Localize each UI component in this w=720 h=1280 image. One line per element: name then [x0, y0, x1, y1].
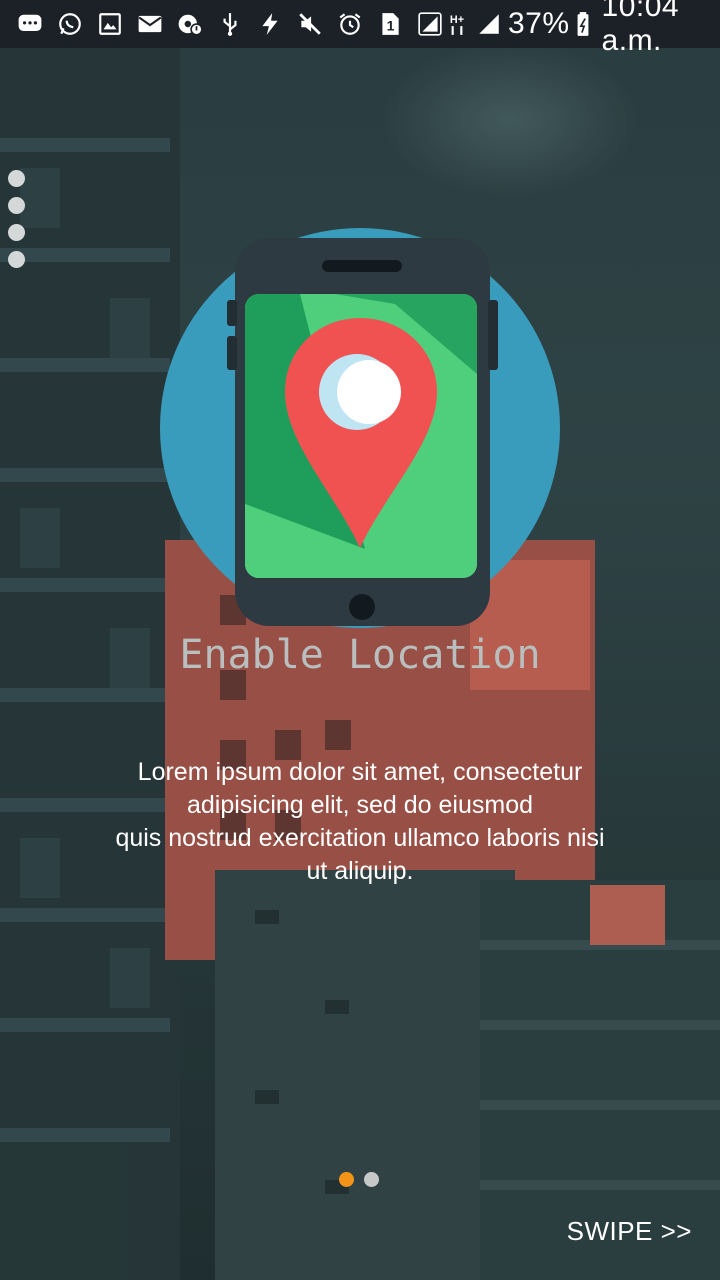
- menu-dot: [8, 170, 25, 187]
- description-line: ut aliquip.: [306, 857, 414, 885]
- phone-side-button: [227, 300, 237, 326]
- menu-dot: [8, 224, 25, 241]
- battery-percent: 37%: [508, 7, 570, 40]
- menu-dot: [8, 197, 25, 214]
- phone-home-button: [349, 594, 375, 620]
- swipe-button[interactable]: SWIPE >>: [567, 1216, 692, 1247]
- description: Lorem ipsum dolor sit amet, consectetur …: [70, 756, 650, 888]
- alarm-icon: [336, 10, 364, 38]
- signal-icon: [416, 10, 444, 38]
- overflow-menu-icon[interactable]: [8, 170, 26, 270]
- menu-dot: [8, 251, 25, 268]
- phone-side-button: [488, 300, 498, 370]
- gallery-icon: [96, 10, 124, 38]
- battery-icon: [576, 10, 590, 38]
- sim-icon: 1: [376, 10, 404, 38]
- description-line: quis nostrud exercitation ullamco labori…: [115, 824, 605, 852]
- page-dot-active[interactable]: [339, 1172, 354, 1187]
- network-type-icon: H+: [444, 10, 470, 38]
- svg-text:H+: H+: [450, 14, 464, 26]
- page-indicator: [339, 1172, 379, 1187]
- usb-icon: [216, 10, 244, 38]
- message-icon: [16, 10, 44, 38]
- phone-icon: [227, 238, 498, 626]
- email-icon: [136, 10, 164, 38]
- status-bar: 1 H+ 37% 10:04 a.m.: [0, 0, 720, 57]
- whatsapp-icon: [56, 10, 84, 38]
- page-title: Enable Location: [179, 632, 541, 678]
- settings-alert-icon: [176, 10, 204, 38]
- page-dot[interactable]: [364, 1172, 379, 1187]
- phone-side-button: [227, 336, 237, 370]
- clock: 10:04 a.m.: [601, 0, 680, 57]
- svg-text:1: 1: [387, 18, 395, 34]
- flash-icon: [256, 10, 284, 38]
- signal-icon-2: [476, 10, 502, 38]
- description-line: adipisicing elit, sed do eiusmod: [186, 791, 534, 819]
- phone-speaker: [322, 260, 402, 272]
- location-illustration: [160, 228, 560, 628]
- mute-icon: [296, 10, 324, 38]
- phone-screen: [245, 294, 477, 578]
- description-line: Lorem ipsum dolor sit amet, consectetur: [137, 758, 583, 786]
